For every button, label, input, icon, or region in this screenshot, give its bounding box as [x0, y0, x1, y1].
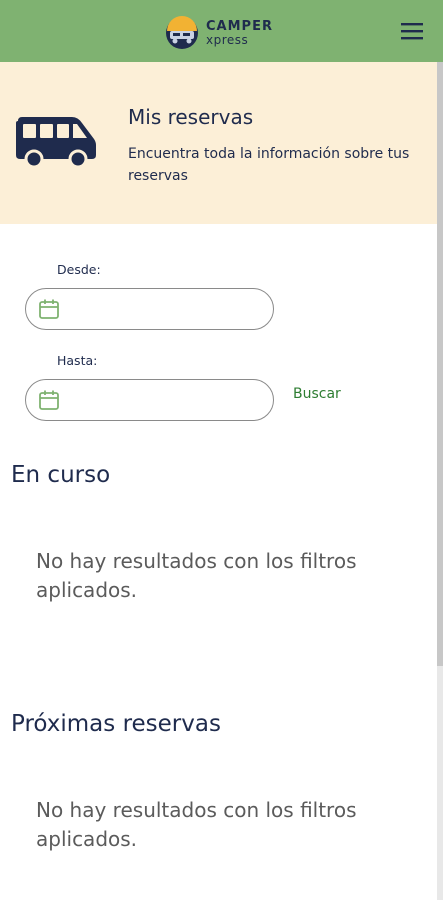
banner-title: Mis reservas [128, 105, 254, 129]
app-header: CAMPER xpress [0, 0, 443, 62]
banner-description: Encuentra toda la información sobre tus … [128, 146, 410, 184]
upcoming-empty-message: No hay resultados con los filtros aplica… [36, 798, 357, 851]
in-progress-section-title: En curso [11, 462, 111, 488]
from-date-input[interactable] [68, 297, 263, 321]
from-date-field[interactable] [25, 288, 274, 330]
van-icon [16, 117, 96, 169]
logo-van-icon [166, 16, 198, 49]
logo-wordmark: CAMPER xpress [206, 20, 273, 46]
to-date-input[interactable] [68, 388, 263, 412]
hamburger-menu-icon [401, 23, 423, 40]
camper-xpress-logo[interactable]: CAMPER xpress [164, 16, 273, 50]
in-progress-empty-message: No hay resultados con los filtros aplica… [36, 549, 357, 602]
from-date-label: Desde: [57, 262, 101, 277]
logo-sub-text: xpress [206, 33, 249, 47]
calendar-icon [39, 299, 59, 319]
upcoming-section-title: Próximas reservas [11, 711, 221, 737]
search-button[interactable]: Buscar [293, 386, 341, 402]
calendar-icon [39, 390, 59, 410]
logo-brand-text: CAMPER [206, 19, 273, 34]
hamburger-menu-button[interactable] [399, 20, 425, 42]
to-date-field[interactable] [25, 379, 274, 421]
to-date-label: Hasta: [57, 353, 98, 368]
scrollbar-thumb[interactable] [437, 62, 443, 666]
